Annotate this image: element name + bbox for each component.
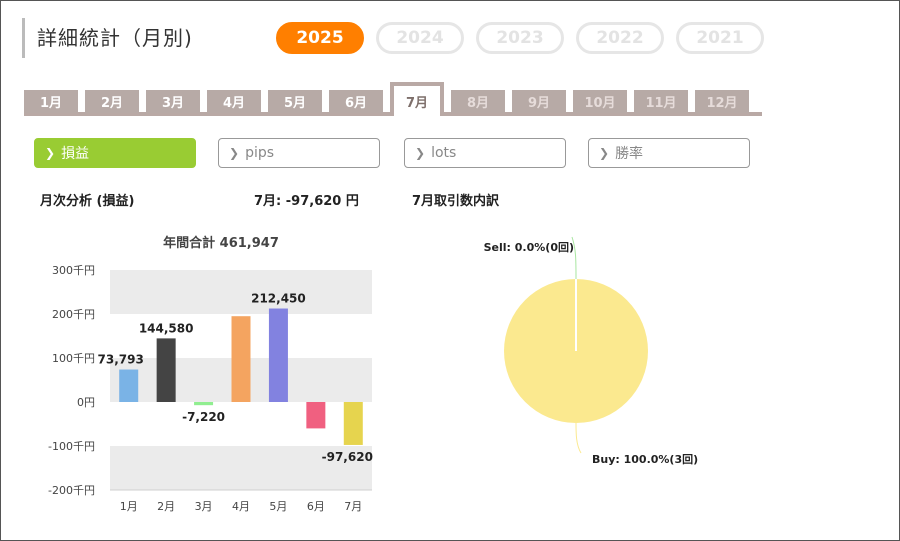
- x-tick-label: 2月: [157, 500, 175, 513]
- y-tick-label: -100千円: [48, 440, 95, 453]
- metric-label: lots: [431, 145, 457, 161]
- bar-7月: [343, 402, 363, 445]
- y-tick-label: 0円: [77, 396, 95, 409]
- tab-month-10[interactable]: 10月: [573, 90, 627, 113]
- monthly-analysis-label: 月次分析 (損益): [40, 194, 135, 209]
- year-2024-button[interactable]: 2024: [376, 22, 464, 54]
- x-tick-label: 7月: [344, 500, 362, 513]
- x-tick-label: 6月: [307, 500, 325, 513]
- bar-5月: [268, 308, 288, 402]
- chevron-right-icon: ❯: [45, 146, 56, 160]
- tab-month-4[interactable]: 4月: [207, 90, 261, 113]
- pie-label-sell: Sell: 0.0%(0回): [484, 240, 574, 254]
- metric-button-0[interactable]: ❯ 損益: [34, 138, 196, 168]
- bar-1月: [119, 369, 139, 402]
- tab-month-3[interactable]: 3月: [146, 90, 200, 113]
- trade-breakdown-pie-chart: Sell: 0.0%(0回) Buy: 100.0%(3回): [484, 236, 698, 466]
- y-tick-label: 200千円: [52, 308, 95, 321]
- chevron-right-icon: ❯: [415, 146, 426, 160]
- metric-label: 勝率: [615, 146, 644, 162]
- bar-value-label: -97,620: [322, 450, 373, 464]
- breakdown-label: 7月取引数内訳: [412, 194, 500, 209]
- month-tabs: 1月 2月 3月 4月 5月 6月 7月 8月 9月 10月 11月 12月: [24, 82, 762, 116]
- tab-month-1[interactable]: 1月: [24, 90, 78, 113]
- bar-value-label: 73,793: [98, 353, 144, 367]
- tab-month-11[interactable]: 11月: [634, 90, 688, 113]
- tab-month-9[interactable]: 9月: [512, 90, 566, 113]
- y-tick-label: 300千円: [52, 264, 95, 277]
- tab-month-6[interactable]: 6月: [329, 90, 383, 113]
- bar-value-label: -7,220: [182, 410, 225, 424]
- bar-value-label: 212,450: [251, 292, 306, 306]
- bar-2月: [156, 338, 176, 402]
- tab-month-2[interactable]: 2月: [85, 90, 139, 113]
- buy-leader-line: [575, 422, 582, 454]
- chevron-right-icon: ❯: [599, 146, 610, 160]
- bar-3月: [194, 402, 214, 406]
- monthly-pl-bar-chart: 年間合計 461,947 300千円 200千円 100千円 0円 -100千円 -200千…: [48, 235, 373, 513]
- tab-month-5[interactable]: 5月: [268, 90, 322, 113]
- tab-month-7[interactable]: 7月: [390, 82, 444, 116]
- year-2021-button[interactable]: 2021: [676, 22, 764, 54]
- page-title: 詳細統計（月別): [37, 26, 193, 50]
- year-2022-button[interactable]: 2022: [576, 22, 664, 54]
- bar-4月: [231, 316, 251, 402]
- year-2023-button[interactable]: 2023: [476, 22, 564, 54]
- grid-band: [110, 402, 372, 446]
- x-tick-label: 3月: [195, 500, 213, 513]
- metric-button-2[interactable]: ❯ lots: [404, 138, 566, 168]
- chart-title: 年間合計 461,947: [163, 235, 279, 251]
- month-value-label: 7月: -97,620 円: [254, 194, 359, 209]
- tab-month-12[interactable]: 12月: [695, 90, 749, 113]
- page-header: 詳細統計（月別): [22, 18, 193, 58]
- bar-value-label: 144,580: [139, 321, 194, 335]
- x-tick-label: 5月: [269, 500, 287, 513]
- x-tick-label: 1月: [120, 500, 138, 513]
- y-tick-label: 100千円: [52, 352, 95, 365]
- metric-button-1[interactable]: ❯ pips: [218, 138, 380, 168]
- metric-label: pips: [245, 145, 275, 161]
- chevron-right-icon: ❯: [229, 146, 240, 160]
- tab-month-8[interactable]: 8月: [451, 90, 505, 113]
- metric-button-3[interactable]: ❯ 勝率: [588, 138, 750, 168]
- grid-band: [110, 270, 372, 314]
- bar-6月: [306, 402, 326, 429]
- metric-label: 損益: [61, 146, 90, 162]
- y-tick-label: -200千円: [48, 484, 95, 497]
- year-2025-button[interactable]: 2025: [276, 22, 364, 54]
- year-selector: 2025 2024 2023 2022 2021: [276, 22, 764, 54]
- pie-label-buy: Buy: 100.0%(3回): [592, 452, 698, 466]
- x-tick-label: 4月: [232, 500, 250, 513]
